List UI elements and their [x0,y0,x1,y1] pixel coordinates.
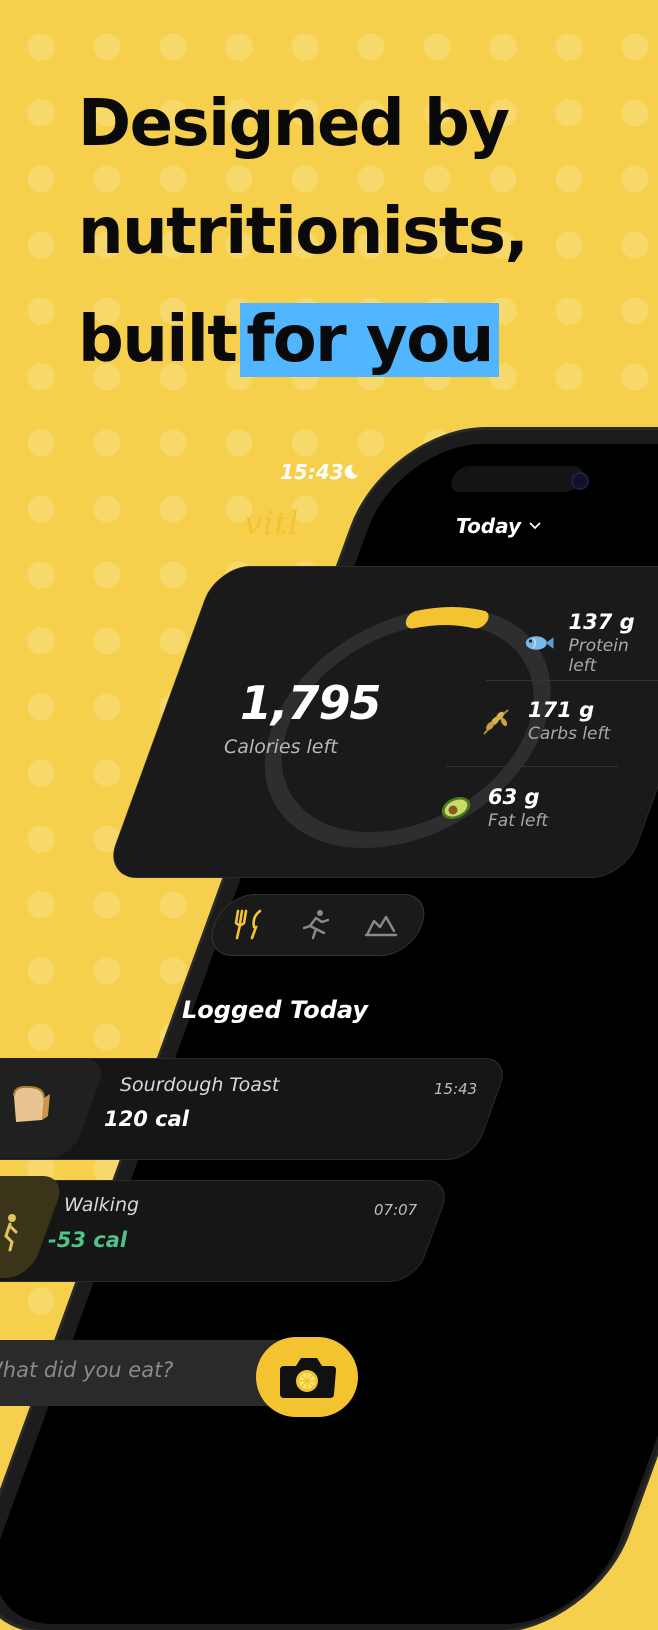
fish-icon [525,636,554,650]
entry-name: Walking [64,1194,140,1216]
food-input-placeholder-text: What did you eat? [0,1358,174,1382]
macro-divider [446,766,618,767]
status-time: 15:43 [280,460,344,484]
entry-name: Sourdough Toast [120,1074,280,1096]
headline: Designed by nutritionists, built for you [78,70,529,394]
section-title: Logged Today [182,996,368,1024]
chevron-down-icon [529,522,541,530]
running-icon[interactable] [298,907,332,941]
entry-time: 07:07 [374,1201,418,1219]
carbs-value: 171 g [528,698,595,722]
macro-carbs: 171 g Carbs left [478,698,610,744]
headline-line-2: nutritionists, [78,195,529,269]
app-logo: vitl [244,504,300,542]
fork-knife-icon[interactable] [232,907,266,941]
calories-left-label: Calories left [224,736,338,758]
rice-icon [483,709,509,735]
calories-left-value: 1,795 [240,676,382,730]
headline-line-3: built for you [78,286,527,394]
moon-icon [344,464,358,479]
protein-label: Protein left [568,636,629,676]
dynamic-island [447,466,587,492]
macro-divider [486,680,658,681]
macro-protein: 137 g Protein left [520,610,658,676]
entry-calories: -53 cal [48,1228,128,1252]
headline-line-1: Designed by [78,87,510,161]
fat-value: 63 g [488,785,540,809]
macro-fat: 63 g Fat left [438,785,548,831]
protein-value: 137 g [568,610,635,634]
avocado-icon [441,796,471,820]
food-input-placeholder: What did you eat? [0,1358,226,1382]
bread-icon [13,1085,50,1122]
date-selector-label: Today [456,514,522,538]
chart-icon[interactable] [364,907,398,941]
camera-icon [280,1358,336,1398]
headline-highlight: for you [240,303,499,377]
ring-progress [405,607,489,629]
entry-calories: 120 cal [104,1107,189,1131]
carbs-label: Carbs left [528,724,611,744]
fat-label: Fat left [488,811,549,831]
walking-icon [4,1214,18,1252]
headline-line-3-start: built [78,303,238,377]
entry-time: 15:43 [434,1080,478,1098]
date-selector[interactable]: Today [456,514,541,538]
front-camera [571,472,589,490]
